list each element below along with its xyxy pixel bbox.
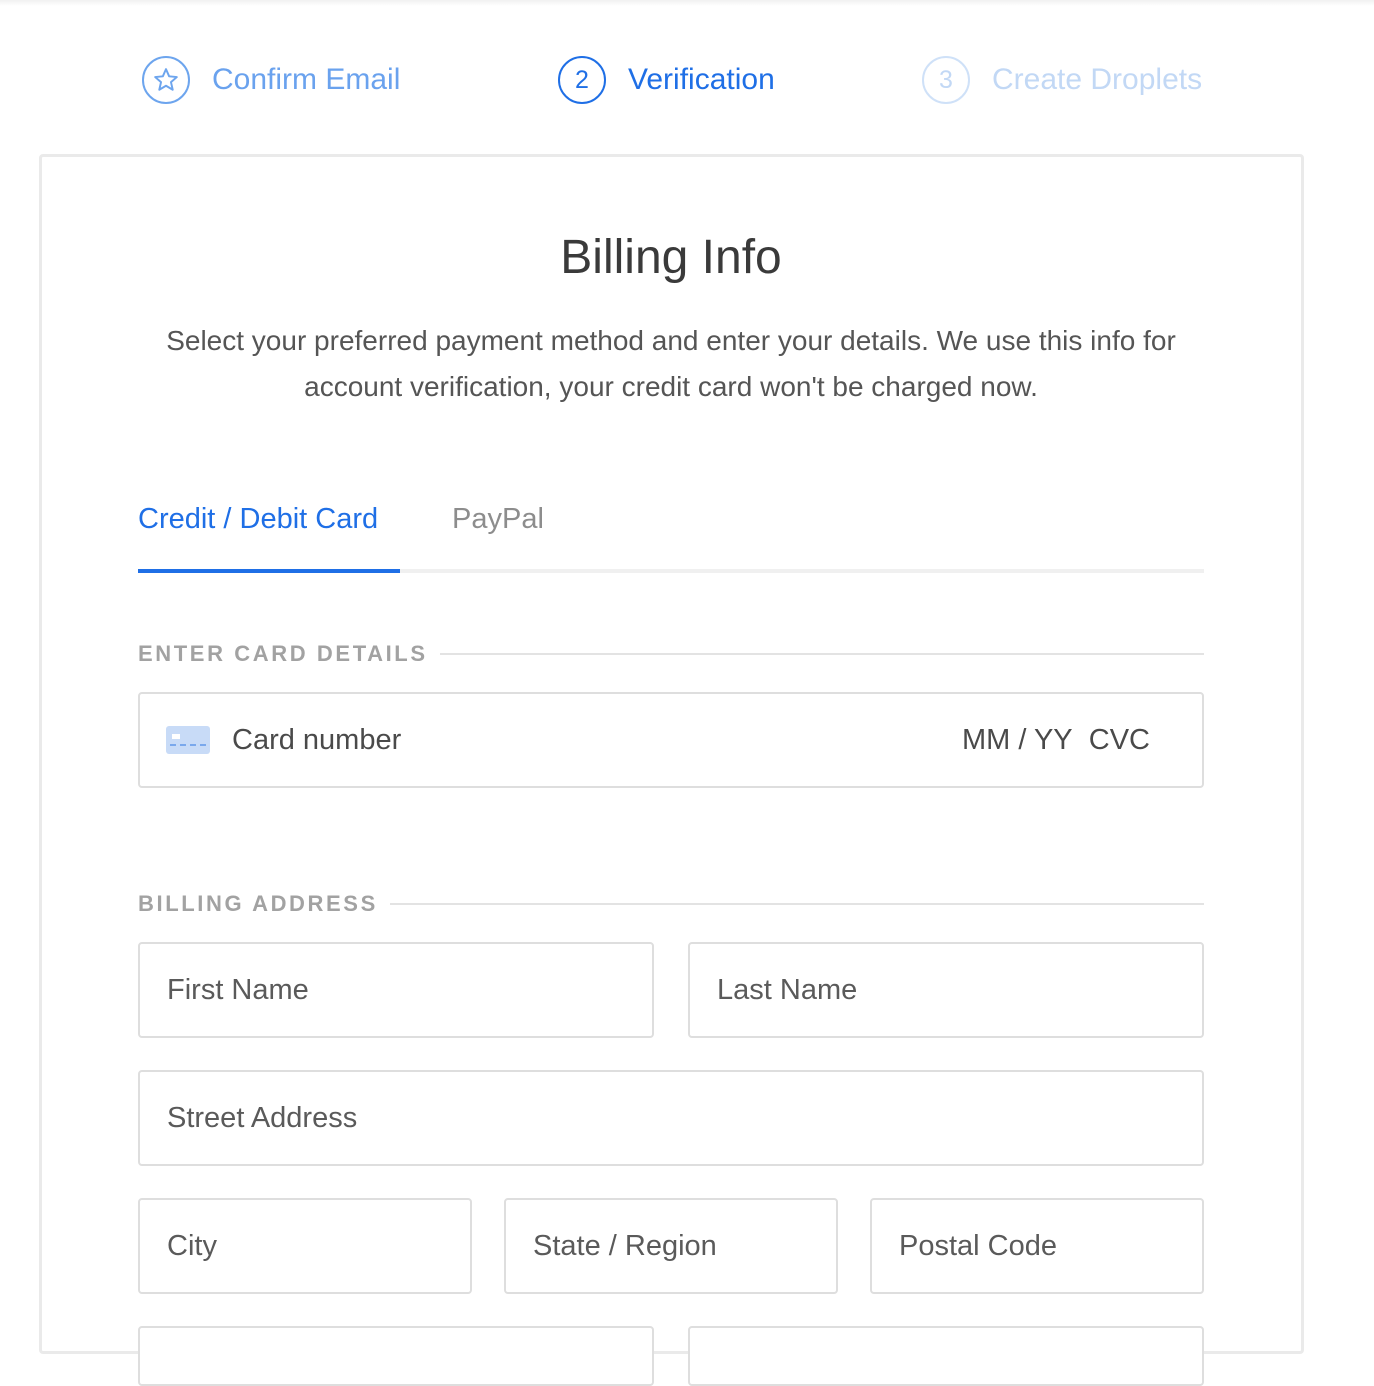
page-title: Billing Info xyxy=(560,231,782,284)
last-name-field[interactable]: Last Name xyxy=(688,942,1204,1038)
next-row-field-right[interactable] xyxy=(688,1326,1204,1386)
expiry-placeholder: MM / YY xyxy=(961,723,1073,756)
card-number-input[interactable]: Card number MM / YY CVC xyxy=(138,692,1204,788)
step-number: 3 xyxy=(922,56,970,104)
state-region-placeholder: State / Region xyxy=(533,1229,717,1262)
next-row-field-left[interactable] xyxy=(138,1326,654,1386)
step-create-droplets[interactable]: 3 Create Droplets xyxy=(922,56,1202,104)
card-number-placeholder: Card number xyxy=(232,723,402,756)
tab-credit-debit-card[interactable]: Credit / Debit Card xyxy=(138,503,378,536)
billing-address-header: BILLING ADDRESS xyxy=(138,891,1204,917)
card-details-header: ENTER CARD DETAILS xyxy=(138,641,1204,667)
step-verification[interactable]: 2 Verification xyxy=(558,56,775,104)
city-field[interactable]: City xyxy=(138,1198,472,1294)
first-name-placeholder: First Name xyxy=(167,973,309,1006)
step-number: 2 xyxy=(558,56,606,104)
street-address-placeholder: Street Address xyxy=(167,1101,358,1134)
postal-code-placeholder: Postal Code xyxy=(899,1229,1057,1262)
state-region-field[interactable]: State / Region xyxy=(504,1198,838,1294)
credit-card-icon xyxy=(166,726,210,754)
active-tab-indicator xyxy=(138,569,400,573)
postal-code-field[interactable]: Postal Code xyxy=(870,1198,1204,1294)
step-confirm-email[interactable]: Confirm Email xyxy=(142,56,400,104)
expiry-cvc-fields[interactable]: MM / YY CVC xyxy=(962,694,1150,786)
step-label: Verification xyxy=(628,63,775,96)
step-label: Create Droplets xyxy=(992,63,1203,96)
step-label: Confirm Email xyxy=(212,63,401,96)
first-name-field[interactable]: First Name xyxy=(138,942,654,1038)
section-title: BILLING ADDRESS xyxy=(138,891,378,916)
section-divider xyxy=(439,653,1204,655)
star-icon xyxy=(142,56,190,104)
cvc-placeholder: CVC xyxy=(1088,723,1150,756)
tab-paypal[interactable]: PayPal xyxy=(452,503,544,536)
city-placeholder: City xyxy=(167,1229,217,1262)
street-address-field[interactable]: Street Address xyxy=(138,1070,1204,1166)
page-subtitle: Select your preferred payment method and… xyxy=(166,325,1176,402)
section-title: ENTER CARD DETAILS xyxy=(138,641,428,666)
section-divider xyxy=(389,903,1204,905)
last-name-placeholder: Last Name xyxy=(717,973,858,1006)
top-edge-shadow xyxy=(0,0,1374,6)
